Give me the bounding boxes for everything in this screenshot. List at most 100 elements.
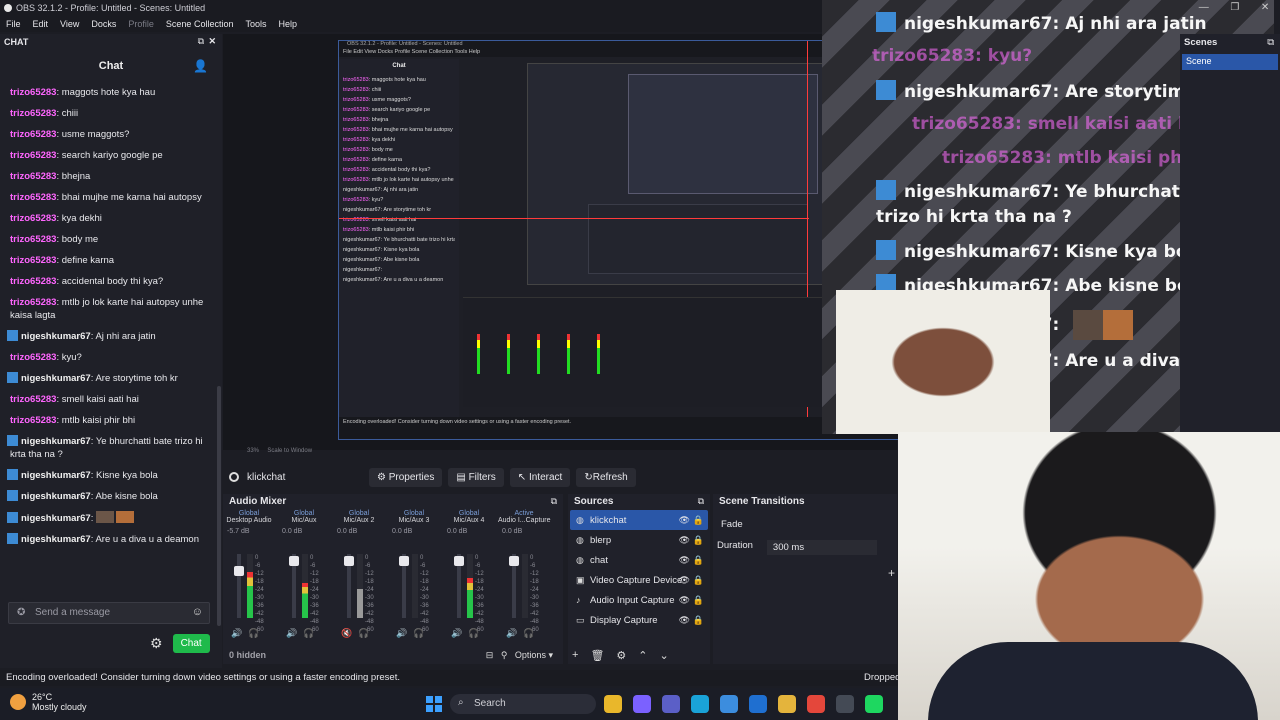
- volume-slider[interactable]: [399, 554, 409, 618]
- move-up-icon[interactable]: ⌃: [638, 649, 647, 662]
- scale-mode[interactable]: Scale to Window: [267, 448, 312, 454]
- speaker-icon[interactable]: 🔊: [451, 628, 462, 638]
- speaker-icon[interactable]: 🔇: [341, 628, 352, 638]
- chat-username[interactable]: trizo65283: [10, 129, 56, 140]
- menu-profile[interactable]: Profile: [128, 16, 154, 32]
- volume-slider-handle[interactable]: [454, 556, 464, 566]
- scene-item[interactable]: Scene: [1182, 54, 1278, 70]
- speaker-icon[interactable]: 🔊: [396, 628, 407, 638]
- chrome-icon[interactable]: [807, 695, 825, 713]
- close-button[interactable]: ✕: [1261, 2, 1269, 16]
- headphones-icon[interactable]: 🎧: [358, 628, 369, 638]
- duration-input[interactable]: 300 ms: [766, 540, 877, 555]
- undock-icon[interactable]: ⧉: [1267, 37, 1274, 48]
- channel-name[interactable]: Audio I...Capture: [498, 517, 551, 524]
- headphones-icon[interactable]: 🎧: [248, 628, 259, 638]
- source-item[interactable]: ◍ blerp 👁 🔒: [570, 530, 708, 550]
- speaker-icon[interactable]: 🔊: [286, 628, 297, 638]
- outlook-icon[interactable]: [749, 695, 767, 713]
- speaker-icon[interactable]: 🔊: [506, 628, 517, 638]
- headphones-icon[interactable]: 🎧: [523, 628, 534, 638]
- weather-widget[interactable]: 26°C Mostly cloudy: [10, 692, 87, 712]
- source-item[interactable]: ◍ chat 👁 🔒: [570, 550, 708, 570]
- volume-slider[interactable]: [454, 554, 464, 618]
- volume-slider-handle[interactable]: [234, 566, 244, 576]
- chat-username[interactable]: trizo65283: [10, 87, 56, 98]
- channel-name[interactable]: Mic/Aux 2: [333, 517, 385, 524]
- transition-select[interactable]: Fade: [717, 516, 893, 534]
- store-icon[interactable]: [720, 695, 738, 713]
- chat-username[interactable]: trizo65283: [10, 234, 56, 245]
- chevron-down-icon[interactable]: ▾: [548, 650, 553, 660]
- channel-name[interactable]: Mic/Aux 4: [443, 517, 495, 524]
- add-source-icon[interactable]: +: [572, 649, 578, 662]
- emoji-icon[interactable]: ☺: [192, 606, 203, 618]
- eye-icon[interactable]: 👁: [679, 575, 690, 586]
- chat-username[interactable]: trizo65283: [10, 297, 56, 308]
- chat-username[interactable]: nigeshkumar67: [21, 436, 91, 447]
- spotify-icon[interactable]: [865, 695, 883, 713]
- chat-username[interactable]: nigeshkumar67: [21, 534, 91, 545]
- properties-button[interactable]: ⚙ Properties: [369, 467, 443, 487]
- chat-username[interactable]: trizo65283: [10, 192, 56, 203]
- chat-username[interactable]: nigeshkumar67: [21, 373, 91, 384]
- volume-slider[interactable]: [234, 554, 244, 618]
- source-item[interactable]: ♪ Audio Input Capture 👁 🔒: [570, 590, 708, 610]
- chat-send-button[interactable]: Chat: [172, 634, 210, 653]
- volume-slider-handle[interactable]: [344, 556, 354, 566]
- headphones-icon[interactable]: 🎧: [303, 628, 314, 638]
- taskbar-search[interactable]: ⌕ Search: [450, 694, 596, 714]
- volume-slider-handle[interactable]: [289, 556, 299, 566]
- menu-help[interactable]: Help: [278, 16, 297, 32]
- headphones-icon[interactable]: 🎧: [468, 628, 479, 638]
- zoom-level[interactable]: 33%: [247, 448, 259, 454]
- chat-username[interactable]: trizo65283: [10, 108, 56, 119]
- user-settings-icon[interactable]: 👤: [193, 50, 208, 82]
- eye-icon[interactable]: 👁: [679, 555, 690, 566]
- channel-name[interactable]: Desktop Audio: [223, 517, 275, 524]
- lock-icon[interactable]: 🔒: [693, 535, 704, 546]
- speaker-icon[interactable]: 🔊: [231, 628, 242, 638]
- channel-name[interactable]: Mic/Aux: [278, 517, 330, 524]
- chat-username[interactable]: nigeshkumar67: [21, 470, 91, 481]
- eye-icon[interactable]: 👁: [679, 595, 690, 606]
- edge-icon[interactable]: [691, 695, 709, 713]
- emote-picker-icon[interactable]: ✪: [17, 607, 25, 618]
- chat-username[interactable]: nigeshkumar67: [21, 513, 91, 524]
- eye-icon[interactable]: 👁: [679, 615, 690, 626]
- copilot-icon[interactable]: [633, 695, 651, 713]
- chat-username[interactable]: trizo65283: [10, 213, 56, 224]
- file-explorer-icon[interactable]: [604, 695, 622, 713]
- menu-file[interactable]: File: [6, 16, 21, 32]
- windows-start-icon[interactable]: [426, 696, 442, 712]
- mixer-layout-icon[interactable]: ⊟: [486, 650, 494, 660]
- chat-username[interactable]: trizo65283: [10, 150, 56, 161]
- volume-slider[interactable]: [344, 554, 354, 618]
- menu-docks[interactable]: Docks: [91, 16, 116, 32]
- remove-source-icon[interactable]: 🗑: [590, 649, 604, 662]
- mixer-link-icon[interactable]: ⚲: [501, 650, 508, 660]
- lock-icon[interactable]: 🔒: [693, 575, 704, 586]
- send-message-input[interactable]: ✪ Send a message ☺: [8, 602, 210, 624]
- source-item[interactable]: ▣ Video Capture Device 👁 🔒: [570, 570, 708, 590]
- move-down-icon[interactable]: ⌄: [660, 649, 669, 662]
- add-transition-icon[interactable]: +: [888, 566, 895, 580]
- chat-username[interactable]: nigeshkumar67: [21, 331, 91, 342]
- teams-icon[interactable]: [662, 695, 680, 713]
- lock-icon[interactable]: 🔒: [693, 615, 704, 626]
- volume-slider-handle[interactable]: [509, 556, 519, 566]
- undock-icon[interactable]: ⧉: [198, 36, 204, 47]
- close-dock-icon[interactable]: ✕: [208, 36, 216, 47]
- volume-slider[interactable]: [509, 554, 519, 618]
- folder-icon[interactable]: [778, 695, 796, 713]
- chat-username[interactable]: trizo65283: [10, 394, 56, 405]
- interact-button[interactable]: ↖ Interact: [509, 467, 571, 487]
- chat-username[interactable]: trizo65283: [10, 352, 56, 363]
- chat-username[interactable]: trizo65283: [10, 276, 56, 287]
- chat-username[interactable]: trizo65283: [10, 255, 56, 266]
- refresh-button[interactable]: ↻Refresh: [576, 467, 636, 487]
- undock-icon[interactable]: ⧉: [551, 496, 557, 507]
- volume-slider-handle[interactable]: [399, 556, 409, 566]
- filters-button[interactable]: ▤ Filters: [448, 467, 504, 487]
- chat-username[interactable]: nigeshkumar67: [21, 491, 91, 502]
